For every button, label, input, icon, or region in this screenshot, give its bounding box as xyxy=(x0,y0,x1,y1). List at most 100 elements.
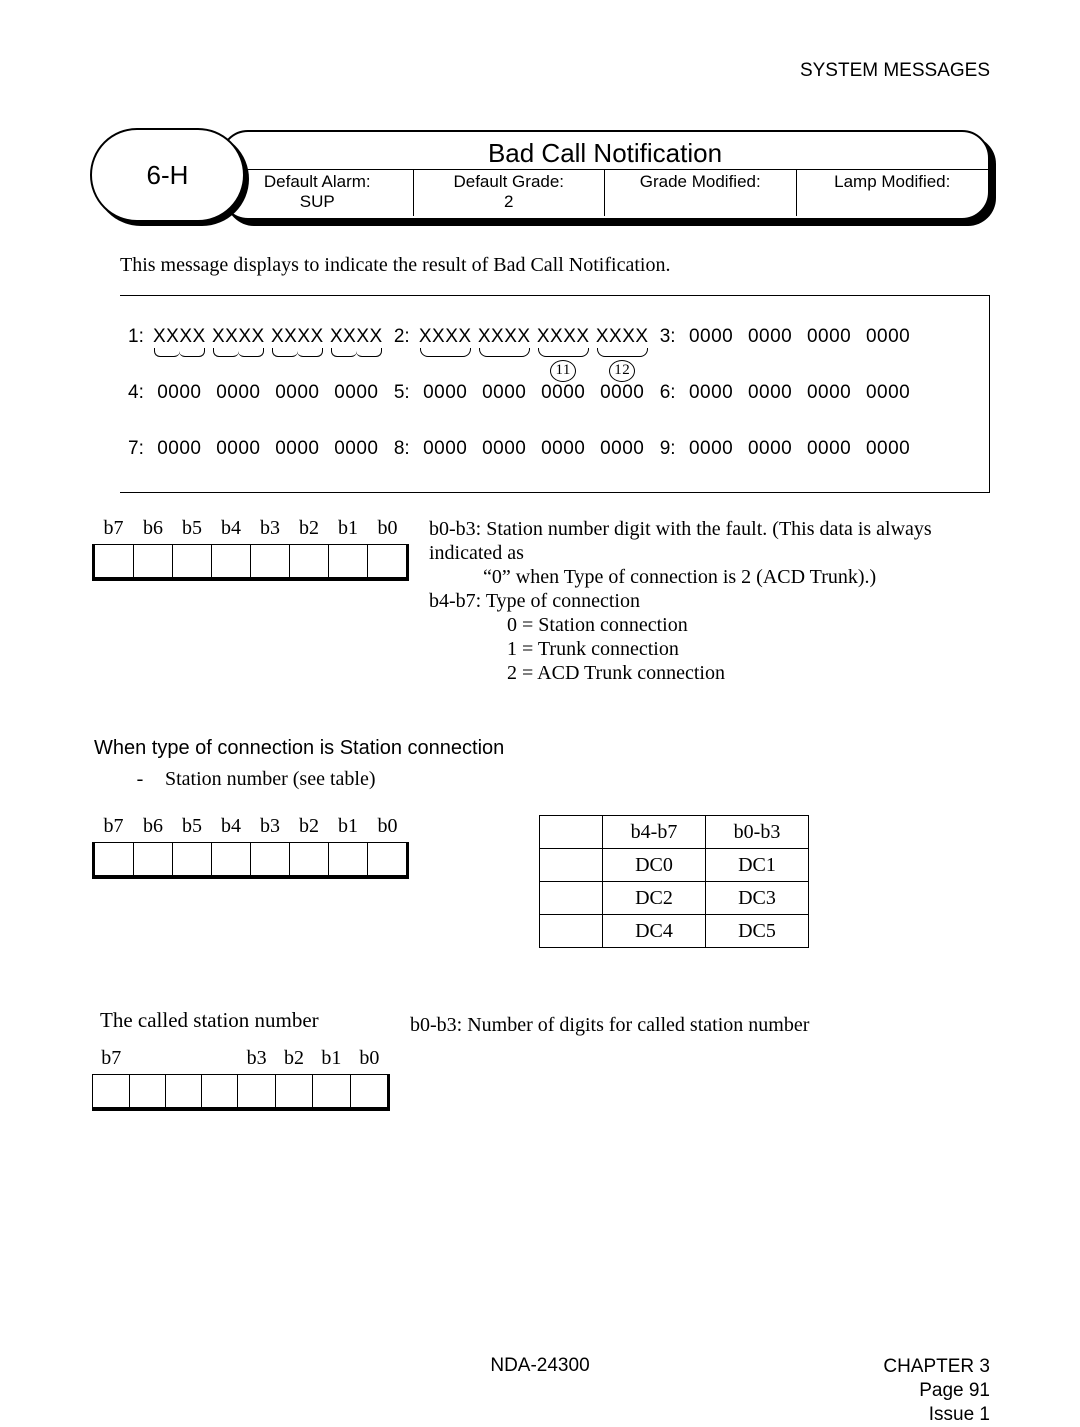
frame-word: 0000 xyxy=(270,438,325,460)
frame-group: 5:0000000000000000 xyxy=(394,382,650,404)
running-header: SYSTEM MESSAGES xyxy=(90,60,990,82)
frame-word: 0000 xyxy=(861,438,916,460)
frame-group: 7:0000000000000000 xyxy=(128,438,384,460)
bit-label: b3 xyxy=(238,1047,275,1075)
bit-label: b7 xyxy=(93,1047,130,1075)
cell-grade-modified: Grade Modified: xyxy=(605,170,797,216)
frame-label: 1: xyxy=(128,326,144,348)
frame-word: XXXX12 xyxy=(595,326,650,348)
cell-default-grade: Default Grade: 2 xyxy=(414,170,606,216)
bit-label: b1 xyxy=(329,815,368,843)
frame-label: 6: xyxy=(660,382,676,404)
frame-word: XXXX xyxy=(477,326,532,348)
section-subtitle: - Station number (see table) xyxy=(120,768,990,791)
reference-circle: 12 xyxy=(609,360,635,382)
frame-label: 4: xyxy=(128,382,144,404)
frame-word: 0000 xyxy=(536,382,591,404)
byte-table: b7b6b5b4b3b2b1b0 xyxy=(92,815,409,879)
dc-cell: DC1 xyxy=(706,849,809,882)
bit-label xyxy=(202,1047,238,1075)
cell-default-alarm: Default Alarm: SUP xyxy=(222,170,414,216)
section-title-called: The called station number xyxy=(100,1008,390,1033)
frame-group: 1:XXXXXXXXXXXXXXXX xyxy=(128,326,384,348)
frame-row: 7:00000000000000008:00000000000000009:00… xyxy=(120,438,989,460)
byte-section-2: b7b6b5b4b3b2b1b0 b4-b7 b0-b3 DC0DC1DC2DC… xyxy=(90,815,990,948)
label-default-alarm: Default Alarm: xyxy=(264,172,371,191)
bit-label: b0 xyxy=(368,517,408,545)
data-frame: 1:XXXXXXXXXXXXXXXX2:XXXXXXXXXXXX11XXXX12… xyxy=(120,295,990,493)
frame-word: 0000 xyxy=(152,438,207,460)
bit-label: b2 xyxy=(290,517,329,545)
bit-label: b2 xyxy=(275,1047,312,1075)
bit-label: b0 xyxy=(350,1047,388,1075)
frame-group: 2:XXXXXXXXXXXX11XXXX12 xyxy=(394,326,650,348)
frame-row: 1:XXXXXXXXXXXXXXXX2:XXXXXXXXXXXX11XXXX12… xyxy=(120,326,989,348)
frame-word: 0000 xyxy=(861,382,916,404)
dc-cell: DC0 xyxy=(603,849,706,882)
frame-label: 5: xyxy=(394,382,410,404)
footer-center: NDA-24300 xyxy=(90,1355,990,1377)
cell-lamp-modified: Lamp Modified: xyxy=(797,170,989,216)
section-subtitle-text: Station number (see table) xyxy=(165,768,376,790)
footer-right: CHAPTER 3 Page 91 Issue 1 xyxy=(883,1355,990,1427)
byte-notes: b0-b3: Station number digit with the fau… xyxy=(429,517,990,685)
frame-group: 9:0000000000000000 xyxy=(660,438,916,460)
bit-label: b7 xyxy=(94,815,134,843)
frame-word: 0000 xyxy=(743,326,798,348)
message-title-card: Bad Call Notification Default Alarm: SUP… xyxy=(220,130,990,220)
footer-page: Page 91 xyxy=(919,1380,990,1401)
bit-label: b2 xyxy=(290,815,329,843)
label-default-grade: Default Grade: xyxy=(453,172,564,191)
bit-label: b3 xyxy=(251,517,290,545)
label-lamp-modified: Lamp Modified: xyxy=(834,172,950,191)
frame-label: 9: xyxy=(660,438,676,460)
value-default-alarm: SUP xyxy=(300,192,335,211)
frame-word: XXXX xyxy=(152,326,207,348)
bit-label: b1 xyxy=(313,1047,350,1075)
frame-group: 4:0000000000000000 xyxy=(128,382,384,404)
note-line: b4-b7: Type of connection xyxy=(429,590,640,612)
frame-label: 3: xyxy=(660,326,676,348)
called-note: b0-b3: Number of digits for called stati… xyxy=(410,1014,809,1037)
frame-label: 8: xyxy=(394,438,410,460)
note-line: 1 = Trunk connection xyxy=(507,637,990,661)
bit-label xyxy=(166,1047,202,1075)
value-default-grade: 2 xyxy=(504,192,513,211)
frame-word: 0000 xyxy=(861,326,916,348)
dc-row-label xyxy=(540,882,603,915)
frame-group: 3:0000000000000000 xyxy=(660,326,916,348)
frame-word: 0000 xyxy=(329,438,384,460)
message-code: 6-H xyxy=(90,128,245,222)
frame-word: 0000 xyxy=(418,382,473,404)
frame-word: 0000 xyxy=(802,382,857,404)
frame-word: 0000 xyxy=(595,382,650,404)
footer-issue: Issue 1 xyxy=(929,1404,990,1425)
bit-label: b5 xyxy=(173,517,212,545)
frame-word: 0000 xyxy=(211,382,266,404)
dc-cell: DC4 xyxy=(603,915,706,948)
dc-cell: DC3 xyxy=(706,882,809,915)
frame-word: 0000 xyxy=(536,438,591,460)
bit-label: b3 xyxy=(251,815,290,843)
bit-label: b0 xyxy=(368,815,408,843)
byte-section-1: b7b6b5b4b3b2b1b0 b0-b3: Station number d… xyxy=(90,517,990,685)
reference-circle: 11 xyxy=(550,360,576,382)
footer-chapter: CHAPTER 3 xyxy=(883,1356,990,1377)
bit-label: b6 xyxy=(134,815,173,843)
note-line: “0” when Type of connection is 2 (ACD Tr… xyxy=(483,565,990,589)
bit-label: b4 xyxy=(212,815,251,843)
dc-cell: DC5 xyxy=(706,915,809,948)
intro-text: This message displays to indicate the re… xyxy=(120,254,990,277)
frame-word: 0000 xyxy=(743,382,798,404)
dc-cell: DC2 xyxy=(603,882,706,915)
note-line: b0-b3: Station number digit with the fau… xyxy=(429,518,932,564)
frame-word: XXXX xyxy=(418,326,473,348)
frame-word: 0000 xyxy=(270,382,325,404)
frame-word: 0000 xyxy=(418,438,473,460)
byte-table: b7b6b5b4b3b2b1b0 xyxy=(92,517,409,581)
bit-label: b5 xyxy=(173,815,212,843)
byte-table: b7 b3b2b1b0 xyxy=(92,1047,390,1111)
bit-label: b6 xyxy=(134,517,173,545)
frame-label: 7: xyxy=(128,438,144,460)
page: SYSTEM MESSAGES Bad Call Notification De… xyxy=(0,0,1080,1397)
